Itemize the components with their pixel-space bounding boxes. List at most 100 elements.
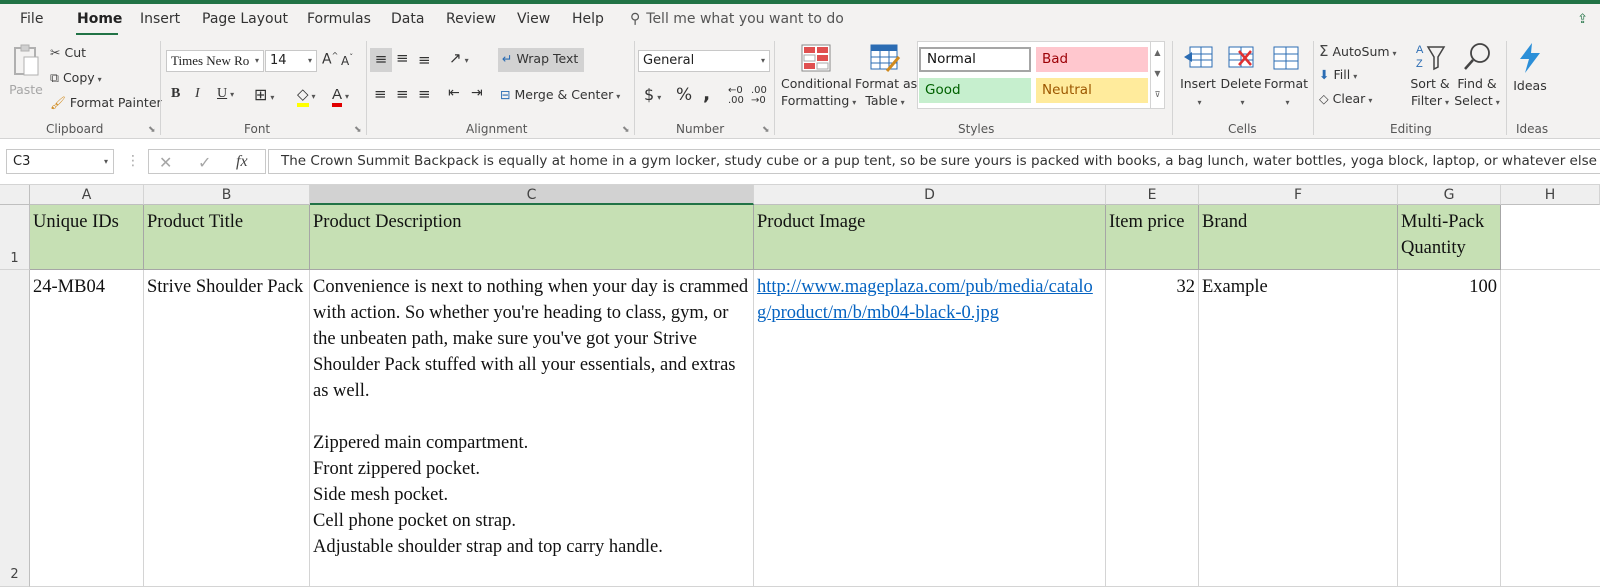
font-size-select[interactable]: 14 ▾ <box>265 50 317 72</box>
cell-f1[interactable]: Brand <box>1199 205 1398 270</box>
cell-b1[interactable]: Product Title <box>144 205 310 270</box>
insert-function-icon[interactable]: fx <box>236 153 248 171</box>
copy-button[interactable]: ⧉ Copy ▾ <box>50 70 102 86</box>
currency-button[interactable]: $ ▾ <box>644 85 661 104</box>
style-neutral[interactable]: Neutral <box>1036 78 1148 103</box>
insert-cells-button[interactable]: Insert ▾ <box>1178 43 1218 111</box>
column-header-a[interactable]: A <box>30 185 144 205</box>
format-as-table-button[interactable]: Format as Table ▾ <box>855 43 917 111</box>
cut-button[interactable]: ✂ Cut <box>50 45 86 60</box>
underline-button[interactable]: U ▾ <box>217 86 234 102</box>
name-box[interactable]: C3 ▾ <box>6 149 114 174</box>
cell-g2[interactable]: 100 <box>1398 270 1501 587</box>
percent-button[interactable]: % <box>676 85 692 105</box>
font-name-select[interactable]: Times New Ro ▾ <box>166 50 264 72</box>
align-top-button[interactable]: ≡ <box>370 48 392 72</box>
column-header-b[interactable]: B <box>144 185 310 205</box>
italic-button[interactable]: I <box>195 86 200 102</box>
column-header-h[interactable]: H <box>1501 185 1600 205</box>
clear-button[interactable]: ◇ Clear ▾ <box>1319 91 1372 106</box>
style-bad[interactable]: Bad <box>1036 47 1148 72</box>
row-header-1[interactable]: 1 <box>0 205 30 270</box>
column-header-d[interactable]: D <box>754 185 1106 205</box>
cell-b2[interactable]: Strive Shoulder Pack <box>144 270 310 587</box>
bold-button[interactable]: B <box>171 86 180 102</box>
cell-h2[interactable] <box>1501 270 1600 587</box>
align-bottom-button[interactable]: ≡ <box>418 51 431 69</box>
dialog-launcher-icon[interactable]: ⬊ <box>622 125 630 135</box>
decrease-indent-button[interactable]: ⇤ <box>448 85 460 101</box>
enter-check-icon[interactable]: ✓ <box>198 153 211 172</box>
dialog-launcher-icon[interactable]: ⬊ <box>354 125 362 135</box>
separator <box>160 41 161 135</box>
tab-page-layout[interactable]: Page Layout <box>202 11 288 27</box>
cell-d1[interactable]: Product Image <box>754 205 1106 270</box>
cell-a2[interactable]: 24-MB04 <box>30 270 144 587</box>
align-right-button[interactable]: ≡ <box>418 85 431 103</box>
align-middle-button[interactable]: ≡ <box>396 49 409 67</box>
column-header-c[interactable]: C <box>310 185 754 205</box>
cell-e1[interactable]: Item price <box>1106 205 1199 270</box>
decrease-font-button[interactable]: Aˇ <box>341 53 353 68</box>
cancel-icon[interactable]: ✕ <box>159 153 172 172</box>
align-left-button[interactable]: ≡ <box>374 85 387 103</box>
scroll-down-icon[interactable]: ▼ <box>1151 63 1164 84</box>
style-normal[interactable]: Normal <box>919 47 1031 72</box>
formula-input[interactable]: The Crown Summit Backpack is equally at … <box>268 149 1600 174</box>
tab-formulas[interactable]: Formulas <box>307 11 371 27</box>
ideas-button[interactable]: Ideas <box>1510 41 1550 94</box>
share-icon[interactable]: ⇪ <box>1577 12 1588 27</box>
orientation-button[interactable]: ↗ ▾ <box>449 49 469 67</box>
format-painter-button[interactable]: 🖌 Format Painter <box>50 95 162 111</box>
fill-color-button[interactable]: ◇ ▾ <box>297 85 316 107</box>
column-header-f[interactable]: F <box>1199 185 1398 205</box>
tab-review[interactable]: Review <box>446 11 496 27</box>
gallery-scroll[interactable]: ▲ ▼ ⊽ <box>1150 42 1164 108</box>
tab-help[interactable]: Help <box>572 11 604 27</box>
tab-insert[interactable]: Insert <box>140 11 180 27</box>
paste-button[interactable]: Paste <box>8 43 44 98</box>
find-select-button[interactable]: Find & Select ▾ <box>1454 41 1500 111</box>
more-options-icon[interactable]: ⋮ <box>126 153 140 169</box>
cell-c2[interactable]: Convenience is next to nothing when your… <box>310 270 754 587</box>
conditional-formatting-button[interactable]: Conditional Formatting ▾ <box>781 43 856 111</box>
cell-c1[interactable]: Product Description <box>310 205 754 270</box>
cell-e2[interactable]: 32 <box>1106 270 1199 587</box>
row-header-2[interactable]: 2 <box>0 270 30 587</box>
style-good[interactable]: Good <box>919 78 1031 103</box>
dialog-launcher-icon[interactable]: ⬊ <box>148 125 156 135</box>
select-all-corner[interactable] <box>0 185 30 205</box>
product-image-link[interactable]: http://www.mageplaza.com/pub/media/catal… <box>757 277 1093 323</box>
decrease-decimal-button[interactable]: .00 →0 <box>751 86 767 106</box>
more-styles-icon[interactable]: ⊽ <box>1151 84 1164 105</box>
wrap-text-button[interactable]: ↵ Wrap Text <box>498 48 585 72</box>
cell-f2[interactable]: Example <box>1199 270 1398 587</box>
fill-button[interactable]: ⬇ Fill ▾ <box>1319 67 1357 82</box>
column-header-e[interactable]: E <box>1106 185 1199 205</box>
font-color-button[interactable]: A ▾ <box>332 85 349 107</box>
merge-center-button[interactable]: ⊟ Merge & Center ▾ <box>500 87 620 102</box>
cell-a1[interactable]: Unique IDs <box>30 205 144 270</box>
autosum-button[interactable]: Σ AutoSum ▾ <box>1319 42 1397 60</box>
tab-view[interactable]: View <box>517 11 550 27</box>
align-center-button[interactable]: ≡ <box>396 85 409 103</box>
scroll-up-icon[interactable]: ▲ <box>1151 42 1164 63</box>
column-header-g[interactable]: G <box>1398 185 1501 205</box>
increase-font-button[interactable]: A^ <box>322 51 338 68</box>
sort-filter-button[interactable]: AZ Sort & Filter ▾ <box>1408 41 1452 111</box>
borders-button[interactable]: ⊞ ▾ <box>254 85 274 104</box>
tab-file[interactable]: File <box>20 11 43 27</box>
increase-decimal-button[interactable]: ←0.00 <box>728 86 744 106</box>
delete-cells-button[interactable]: Delete ▾ <box>1220 43 1262 111</box>
increase-indent-button[interactable]: ⇥ <box>471 85 483 101</box>
tab-data[interactable]: Data <box>391 11 424 27</box>
cell-g1[interactable]: Multi-Pack Quantity <box>1398 205 1501 270</box>
format-cells-button[interactable]: Format ▾ <box>1263 43 1309 111</box>
dialog-launcher-icon[interactable]: ⬊ <box>762 125 770 135</box>
cell-h1[interactable] <box>1501 205 1600 270</box>
tell-me-search[interactable]: ⚲ Tell me what you want to do <box>630 11 844 27</box>
cell-d2[interactable]: http://www.mageplaza.com/pub/media/catal… <box>754 270 1106 587</box>
tab-home[interactable]: Home <box>77 11 122 27</box>
comma-style-button[interactable]: , <box>703 83 710 105</box>
number-format-select[interactable]: General ▾ <box>638 50 770 72</box>
